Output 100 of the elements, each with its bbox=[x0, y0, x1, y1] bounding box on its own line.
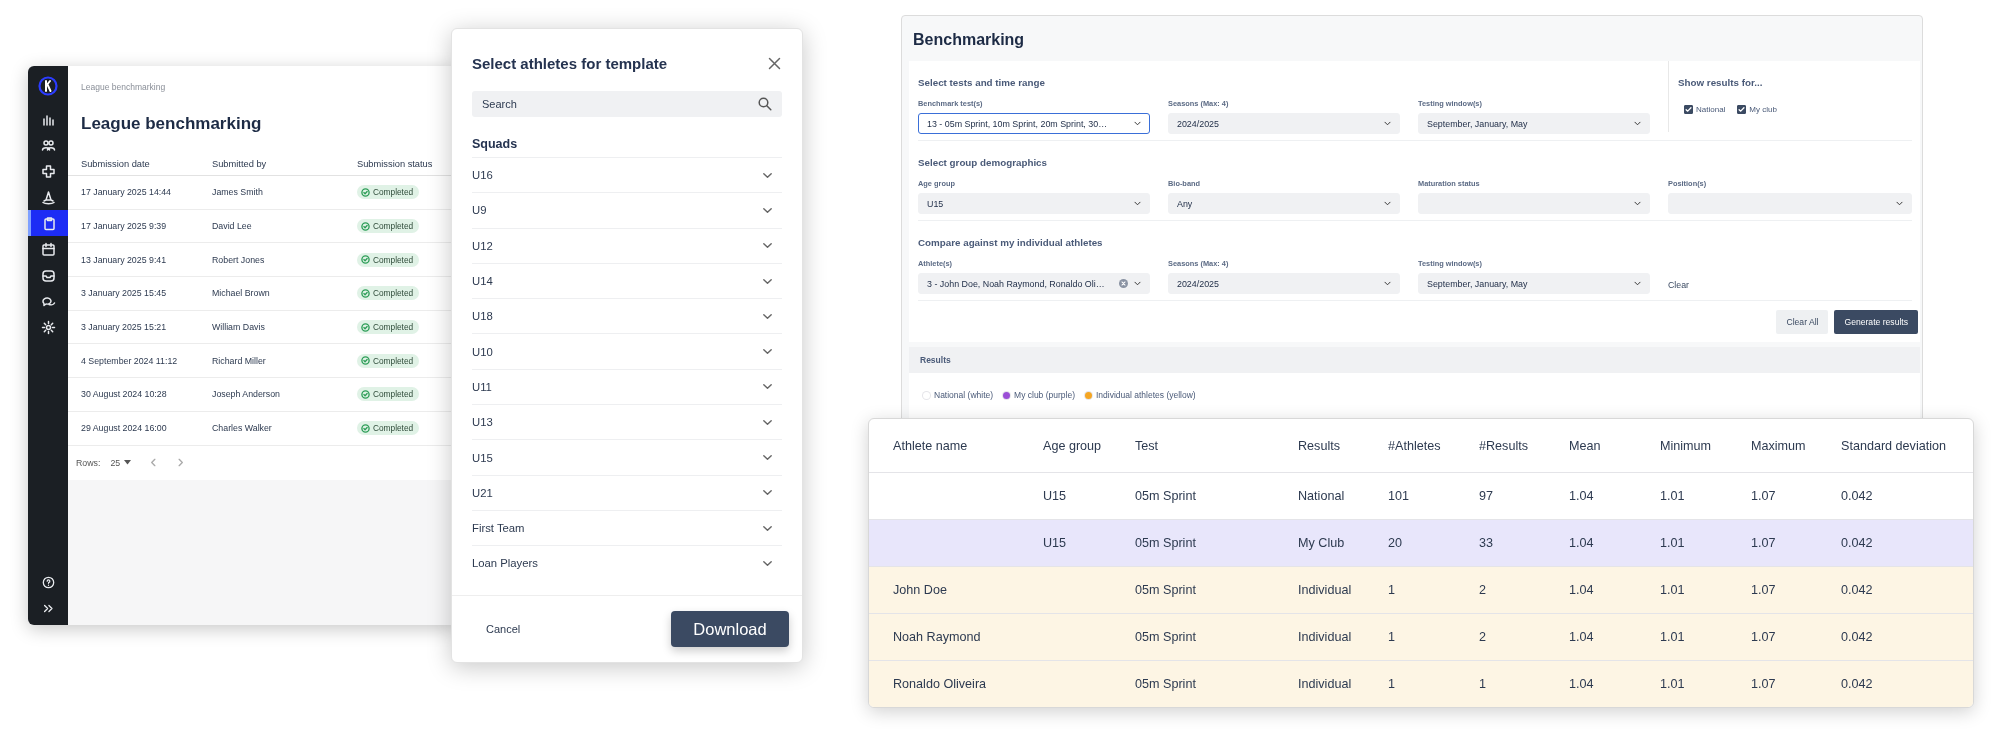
sidebar-item[interactable] bbox=[28, 210, 68, 236]
table-cell-text: 1.04 bbox=[1569, 489, 1595, 503]
dropdown-field[interactable]: 2024/2025 bbox=[1168, 113, 1400, 134]
squad-item[interactable]: U11 bbox=[472, 368, 782, 405]
table-cell-text: 1.07 bbox=[1751, 630, 1777, 644]
section-title: Select tests and time range bbox=[918, 76, 1046, 90]
table-cell-text: 0.042 bbox=[1841, 536, 1874, 550]
checkbox[interactable]: My club bbox=[1737, 105, 1777, 114]
chevron-down-icon bbox=[1133, 279, 1142, 288]
column-header: Minimum bbox=[1660, 438, 1713, 453]
table-cell-text: 13 January 2025 9:41 bbox=[81, 254, 168, 265]
dropdown-field[interactable] bbox=[1668, 193, 1912, 214]
table-cell-text: 1.04 bbox=[1569, 536, 1595, 550]
search-field[interactable]: Search bbox=[472, 91, 782, 117]
status-badge: Completed bbox=[357, 286, 420, 301]
chevron-down-icon bbox=[1383, 279, 1392, 288]
dropdown-field[interactable]: 13 - 05m Sprint, 10m Sprint, 20m Sprint, 30… bbox=[918, 113, 1150, 134]
cancel-button[interactable]: Cancel bbox=[472, 617, 535, 641]
checkbox[interactable]: National bbox=[1684, 105, 1726, 114]
plus-icon bbox=[40, 163, 56, 179]
table-cell-text: 17 January 2025 14:44 bbox=[81, 187, 172, 198]
table-cell-text: 1.07 bbox=[1751, 489, 1777, 503]
check-circle-icon bbox=[361, 423, 370, 433]
table-cell-text: James Smith bbox=[212, 187, 264, 198]
table-cell-text: 1.04 bbox=[1569, 630, 1595, 644]
table-cell-text: 29 August 2024 16:00 bbox=[81, 423, 168, 434]
breadcrumb[interactable]: League benchmarking bbox=[68, 82, 166, 92]
dropdown-field[interactable]: September, January, May bbox=[1418, 113, 1650, 134]
dropdown-field[interactable]: September, January, May bbox=[1418, 273, 1650, 294]
table-cell-text: David Lee bbox=[212, 221, 253, 232]
table-cell-text: 1 bbox=[1479, 677, 1487, 691]
table-cell-text: Individual bbox=[1298, 583, 1353, 597]
help-icon bbox=[41, 575, 55, 589]
check-circle-icon bbox=[361, 322, 370, 332]
squad-item[interactable]: U14 bbox=[472, 262, 782, 299]
table-cell-text: Individual bbox=[1298, 677, 1353, 691]
column-header: Submission date bbox=[81, 158, 151, 169]
section-title: Show results for... bbox=[1678, 76, 1764, 90]
squad-item[interactable]: U15 bbox=[472, 439, 782, 475]
check-circle-icon bbox=[361, 187, 370, 197]
clear-all-button[interactable]: Clear All bbox=[1776, 310, 1829, 334]
calendar-icon bbox=[40, 241, 56, 257]
page-title: Benchmarking bbox=[912, 30, 1026, 50]
column-header: #Athletes bbox=[1388, 438, 1442, 453]
status-badge: Completed bbox=[357, 421, 420, 436]
dropdown-field[interactable]: Any bbox=[1168, 193, 1400, 214]
column-header: #Results bbox=[1479, 438, 1529, 453]
table-cell-text: 05m Sprint bbox=[1135, 583, 1197, 597]
table-cell-text: 05m Sprint bbox=[1135, 677, 1197, 691]
status-badge: Completed bbox=[357, 320, 420, 335]
dropdown-field[interactable]: 3 - John Doe, Noah Raymond, Ronaldo Oli… bbox=[918, 273, 1150, 294]
dialog-title: Select athletes for template bbox=[472, 55, 668, 72]
status-badge: Completed bbox=[357, 353, 420, 368]
settings-icon bbox=[40, 319, 56, 335]
clear-icon[interactable] bbox=[1119, 279, 1128, 288]
rows-dropdown[interactable]: 25 bbox=[110, 457, 132, 468]
chevron-down-icon bbox=[1633, 279, 1642, 288]
squad-item[interactable]: U16 bbox=[472, 157, 782, 193]
download-button[interactable]: Download bbox=[671, 611, 789, 647]
status-badge: Completed bbox=[357, 387, 420, 402]
clear-link[interactable]: Clear bbox=[1668, 280, 1690, 290]
rows-label: Rows: bbox=[76, 457, 101, 468]
squad-item[interactable]: First Team bbox=[472, 509, 782, 546]
table-cell-text: 1 bbox=[1388, 583, 1396, 597]
legend-item: My club (purple) bbox=[1003, 389, 1075, 401]
table-cell-text: 3 January 2025 15:21 bbox=[81, 322, 168, 333]
table-cell-text: 3 January 2025 15:45 bbox=[81, 288, 168, 299]
chevron-down-icon bbox=[1895, 199, 1904, 208]
table-cell-text: 05m Sprint bbox=[1135, 630, 1197, 644]
chevron-down-icon bbox=[1633, 199, 1642, 208]
squad-item[interactable]: Loan Players bbox=[472, 545, 782, 581]
table-cell-text: 1.07 bbox=[1751, 536, 1777, 550]
table-cell-text: 05m Sprint bbox=[1135, 536, 1197, 550]
generate-results-button[interactable]: Generate results bbox=[1834, 310, 1918, 334]
squad-item[interactable]: U21 bbox=[472, 474, 782, 510]
squad-item[interactable]: U12 bbox=[472, 227, 782, 263]
table-cell-text: U15 bbox=[1043, 489, 1068, 503]
column-header: Mean bbox=[1569, 438, 1602, 453]
table-cell-text: 1.04 bbox=[1569, 583, 1595, 597]
check-circle-icon bbox=[361, 356, 370, 366]
column-header: Standard deviation bbox=[1841, 438, 1948, 453]
close-icon[interactable] bbox=[768, 57, 781, 70]
table-cell-text: 1.01 bbox=[1660, 536, 1686, 550]
table-cell-text: Ronaldo Oliveira bbox=[893, 677, 988, 691]
table-cell-text: Charles Walker bbox=[212, 423, 273, 434]
squad-item[interactable]: U9 bbox=[472, 192, 782, 228]
squad-item[interactable]: U18 bbox=[472, 298, 782, 334]
check-circle-icon bbox=[361, 288, 370, 298]
column-header: Submission status bbox=[357, 158, 434, 169]
table-cell-text: Noah Raymond bbox=[893, 630, 982, 644]
inbox-icon bbox=[40, 267, 56, 283]
dropdown-field[interactable] bbox=[1418, 193, 1650, 214]
check-circle-icon bbox=[361, 389, 370, 399]
table-cell-text: 20 bbox=[1388, 536, 1403, 550]
legend-item: Individual athletes (yellow) bbox=[1085, 389, 1196, 401]
dropdown-field[interactable]: U15 bbox=[918, 193, 1150, 214]
table-cell-text: My Club bbox=[1298, 536, 1346, 550]
squad-item[interactable]: U13 bbox=[472, 404, 782, 440]
squad-item[interactable]: U10 bbox=[472, 333, 782, 369]
dropdown-field[interactable]: 2024/2025 bbox=[1168, 273, 1400, 294]
